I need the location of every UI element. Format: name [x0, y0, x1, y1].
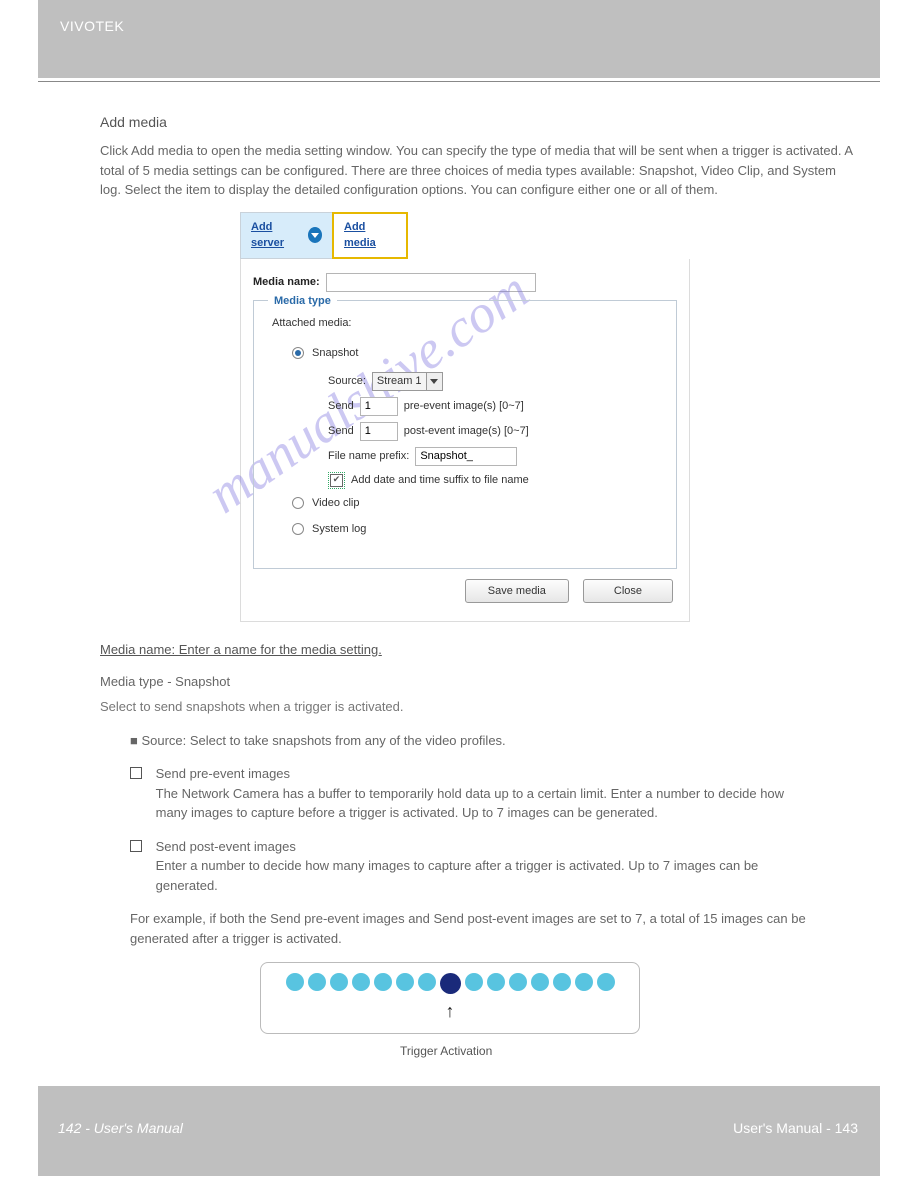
image-timeline-diagram: ↑ [260, 962, 640, 1034]
attached-media-label: Attached media: [272, 315, 658, 332]
checkbox-icon [130, 767, 142, 779]
chevron-down-icon[interactable] [426, 373, 442, 390]
intro-paragraph: Click Add media to open the media settin… [100, 141, 858, 200]
source-select-value: Stream 1 [377, 373, 422, 390]
media-name-input[interactable] [326, 273, 536, 292]
pre-event-text: pre-event image(s) [0~7] [404, 398, 524, 415]
page-number-right: User's Manual - 143 [733, 1120, 858, 1136]
dropdown-icon[interactable] [308, 227, 322, 243]
source-select[interactable]: Stream 1 [372, 372, 443, 391]
source-item: ■ Source: Select to take snapshots from … [130, 731, 858, 751]
prefix-label: File name prefix: [328, 448, 409, 465]
tab-add-media[interactable]: Add media [332, 212, 408, 259]
pre-event-title: Send pre-event images [156, 766, 290, 781]
circles-row [273, 973, 627, 994]
trigger-caption: Trigger Activation [400, 1042, 858, 1060]
media-type-snapshot-text: Select to send snapshots when a trigger … [100, 697, 858, 717]
media-name-desc: Media name: Enter a name for the media s… [100, 640, 858, 660]
radio-systemlog-label: System log [312, 521, 366, 538]
post-event-title: Send post-event images [156, 839, 296, 854]
page-number-left: 142 - User's Manual [58, 1120, 183, 1136]
tab-add-server-label: Add server [251, 219, 302, 252]
post-event-input[interactable] [360, 422, 398, 441]
source-label: Source: [328, 373, 366, 390]
close-button[interactable]: Close [583, 579, 673, 604]
example-text: For example, if both the Send pre-event … [130, 909, 858, 948]
post-event-text: post-event image(s) [0~7] [404, 423, 529, 440]
send-post-label: Send [328, 423, 354, 440]
suffix-checkbox[interactable] [330, 474, 343, 487]
suffix-label: Add date and time suffix to file name [351, 472, 529, 489]
tab-add-media-label: Add media [344, 219, 396, 252]
section-title-add-media: Add media [100, 112, 858, 133]
save-media-button[interactable]: Save media [465, 579, 569, 604]
radio-videoclip[interactable] [292, 497, 304, 509]
media-type-legend: Media type [268, 293, 337, 310]
trigger-circle [440, 973, 461, 994]
arrow-up-icon: ↑ [273, 998, 627, 1025]
radio-snapshot-label: Snapshot [312, 345, 358, 362]
radio-snapshot[interactable] [292, 347, 304, 359]
pre-event-input[interactable] [360, 397, 398, 416]
radio-systemlog[interactable] [292, 523, 304, 535]
footer-bar: 142 - User's Manual User's Manual - 143 [38, 1086, 880, 1176]
tab-add-server[interactable]: Add server [240, 212, 332, 259]
add-media-dialog: manualshive.com Add server Add media Med… [240, 212, 690, 623]
media-name-label: Media name: [253, 274, 320, 291]
radio-videoclip-label: Video clip [312, 495, 360, 512]
send-pre-label: Send [328, 398, 354, 415]
checkbox-icon [130, 840, 142, 852]
media-type-snapshot-title: Media type - Snapshot [100, 672, 858, 692]
post-event-desc: Enter a number to decide how many images… [156, 858, 759, 893]
prefix-input[interactable] [415, 447, 517, 466]
pre-event-desc: The Network Camera has a buffer to tempo… [156, 786, 784, 821]
